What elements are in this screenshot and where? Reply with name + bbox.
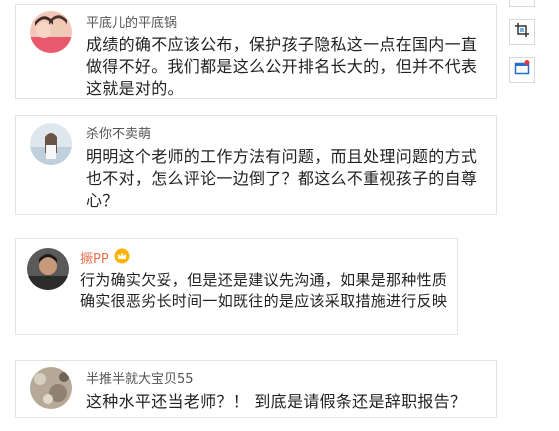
comment-card: 撅PP 行为确实欠妥，但是还是建议先沟通，如果是那种性质确实很恶劣长时间一如既往… xyxy=(15,238,458,335)
comment-card: 杀你不卖萌 明明这个老师的工作方法有问题，而且处理问题的方式也不对，怎么评论一边… xyxy=(15,115,497,215)
comment-text: 这种水平还当老师？！ 到底是请假条还是辞职报告？ xyxy=(86,392,467,411)
username[interactable]: 半推半就大宝贝55 xyxy=(86,368,194,387)
comment-text: 行为确实欠妥，但是还是建议先沟通，如果是那种性质确实很恶劣长时间一如既往的是应该… xyxy=(80,271,448,310)
crown-icon xyxy=(114,248,130,264)
window-icon xyxy=(514,60,530,80)
toolbar-window-button[interactable] xyxy=(509,57,535,83)
toolbar-crop-button[interactable] xyxy=(509,19,535,45)
avatar[interactable] xyxy=(30,123,72,165)
comment-text: 成绩的确不应该公布，保护孩子隐私这一点在国内一直做得不好。我们都是这么公开排名长… xyxy=(86,35,478,98)
avatar[interactable] xyxy=(30,367,72,409)
crop-icon xyxy=(514,22,530,42)
toolbar-crop-button[interactable] xyxy=(509,0,535,7)
comment-card: 平底儿的平底锅 成绩的确不应该公布，保护孩子隐私这一点在国内一直做得不好。我们都… xyxy=(15,4,497,99)
comment-text: 明明这个老师的工作方法有问题，而且处理问题的方式也不对，怎么评论一边倒了？都这么… xyxy=(86,147,478,210)
username[interactable]: 平底儿的平底锅 xyxy=(86,12,177,31)
username[interactable]: 杀你不卖萌 xyxy=(86,123,151,142)
username[interactable]: 撅PP xyxy=(80,248,109,267)
avatar[interactable] xyxy=(30,11,72,53)
avatar[interactable] xyxy=(27,248,69,290)
comment-card: 半推半就大宝贝55 这种水平还当老师？！ 到底是请假条还是辞职报告？ xyxy=(15,360,497,418)
